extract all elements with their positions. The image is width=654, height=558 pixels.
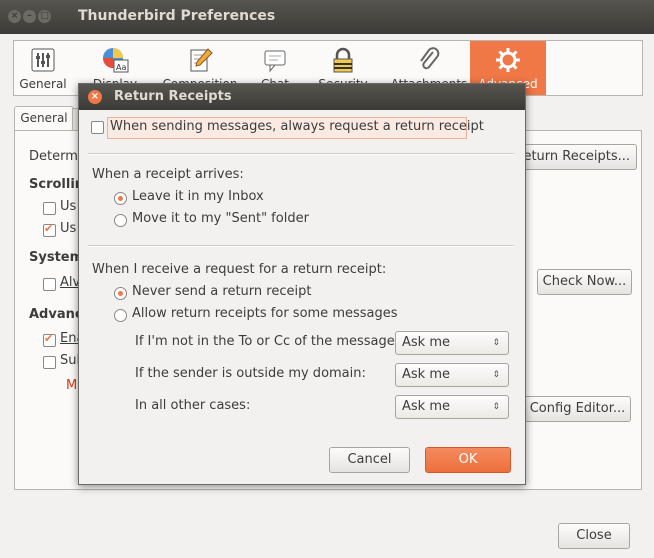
other-cases-select[interactable]: Ask me ⇕ (395, 395, 509, 419)
scrolling-option-1: Us (60, 199, 77, 214)
scrolling-checkbox-1[interactable] (43, 202, 56, 215)
window-titlebar[interactable]: × – □ Thunderbird Preferences (0, 0, 654, 34)
config-editor-button[interactable]: Config Editor... (524, 396, 631, 422)
window-maximize-button[interactable]: □ (38, 10, 51, 23)
svg-text:Aa: Aa (116, 63, 126, 72)
outside-domain-label: If the sender is outside my domain: (135, 366, 366, 381)
system-heading: System (29, 250, 78, 265)
return-receipts-button[interactable]: eturn Receipts... (516, 144, 637, 170)
return-receipts-button-label: eturn Receipts... (523, 149, 630, 164)
check-now-button[interactable]: Check Now... (537, 269, 632, 295)
not-in-to-value: Ask me (402, 335, 450, 350)
preferences-window: × – □ Thunderbird Preferences General Aa… (0, 0, 654, 558)
never-send-label[interactable]: Never send a return receipt (132, 284, 311, 299)
outside-domain-value: Ask me (402, 367, 450, 382)
advanced-option-2: Sul (60, 353, 78, 368)
dialog-title: Return Receipts (114, 89, 232, 104)
never-send-radio[interactable] (114, 287, 127, 300)
dialog-titlebar[interactable]: × Return Receipts (79, 84, 525, 110)
chat-icon (264, 50, 286, 73)
window-close-button[interactable]: × (8, 10, 21, 23)
scrolling-option-2: Us (60, 221, 77, 236)
close-icon: × (90, 91, 100, 102)
updown-icon: ⇕ (492, 402, 500, 412)
move-sent-label[interactable]: Move it to my "Sent" folder (132, 211, 309, 226)
ok-button[interactable]: OK (425, 447, 511, 473)
allow-some-label[interactable]: Allow return receipts for some messages (132, 306, 398, 321)
lock-icon (333, 47, 353, 73)
advanced-option-1: Ena (60, 331, 78, 346)
not-in-to-select[interactable]: Ask me ⇕ (395, 331, 509, 355)
advanced-heading: Advanc (29, 307, 78, 322)
other-cases-value: Ask me (402, 399, 450, 414)
cancel-button[interactable]: Cancel (329, 447, 410, 473)
advanced-option-1-text: Ena (60, 331, 78, 346)
maximize-icon: □ (40, 11, 49, 21)
dialog-separator-2 (88, 245, 514, 247)
updown-icon: ⇕ (492, 338, 500, 348)
updown-icon: ⇕ (492, 370, 500, 380)
window-title: Thunderbird Preferences (78, 8, 276, 24)
when-arrives-label: When a receipt arrives: (92, 167, 244, 182)
paperclip-icon (420, 47, 440, 70)
move-sent-radio[interactable] (114, 214, 127, 227)
outside-domain-select[interactable]: Ask me ⇕ (395, 363, 509, 387)
not-in-to-label: If I'm not in the To or Cc of the messag… (135, 334, 400, 349)
always-request-checkbox[interactable] (91, 121, 104, 134)
scrolling-checkbox-2[interactable] (43, 222, 56, 237)
leave-inbox-label[interactable]: Leave it in my Inbox (132, 189, 264, 204)
when-request-label: When I receive a request for a return re… (92, 262, 387, 277)
other-cases-label: In all other cases: (135, 398, 251, 413)
toolbar-general[interactable]: General (14, 41, 72, 95)
sliders-icon (31, 48, 55, 72)
close-icon: × (10, 11, 19, 21)
dialog-close-button[interactable]: × (88, 90, 102, 104)
toolbar-general-label: General (19, 77, 67, 91)
minimize-icon: – (27, 11, 32, 21)
warning-text: M (66, 378, 78, 393)
system-option: Alv (60, 275, 78, 290)
dialog-separator-1 (88, 153, 514, 155)
system-checkbox[interactable] (43, 278, 56, 291)
tab-general[interactable]: General (14, 106, 74, 131)
window-minimize-button[interactable]: – (23, 10, 36, 23)
system-option-text: Alv (60, 275, 78, 290)
advanced-checkbox-2[interactable] (43, 356, 56, 369)
determ-text: Determ (29, 149, 78, 164)
close-button[interactable]: Close (558, 523, 630, 549)
always-request-label[interactable]: When sending messages, always request a … (110, 119, 484, 134)
scrolling-heading: Scrollin (29, 177, 78, 192)
advanced-checkbox-1[interactable] (43, 332, 56, 347)
gear-icon (496, 48, 520, 72)
allow-some-radio[interactable] (114, 309, 127, 322)
pencil-icon (190, 48, 213, 72)
leave-inbox-radio[interactable] (114, 192, 127, 205)
display-icon: Aa (103, 48, 129, 73)
